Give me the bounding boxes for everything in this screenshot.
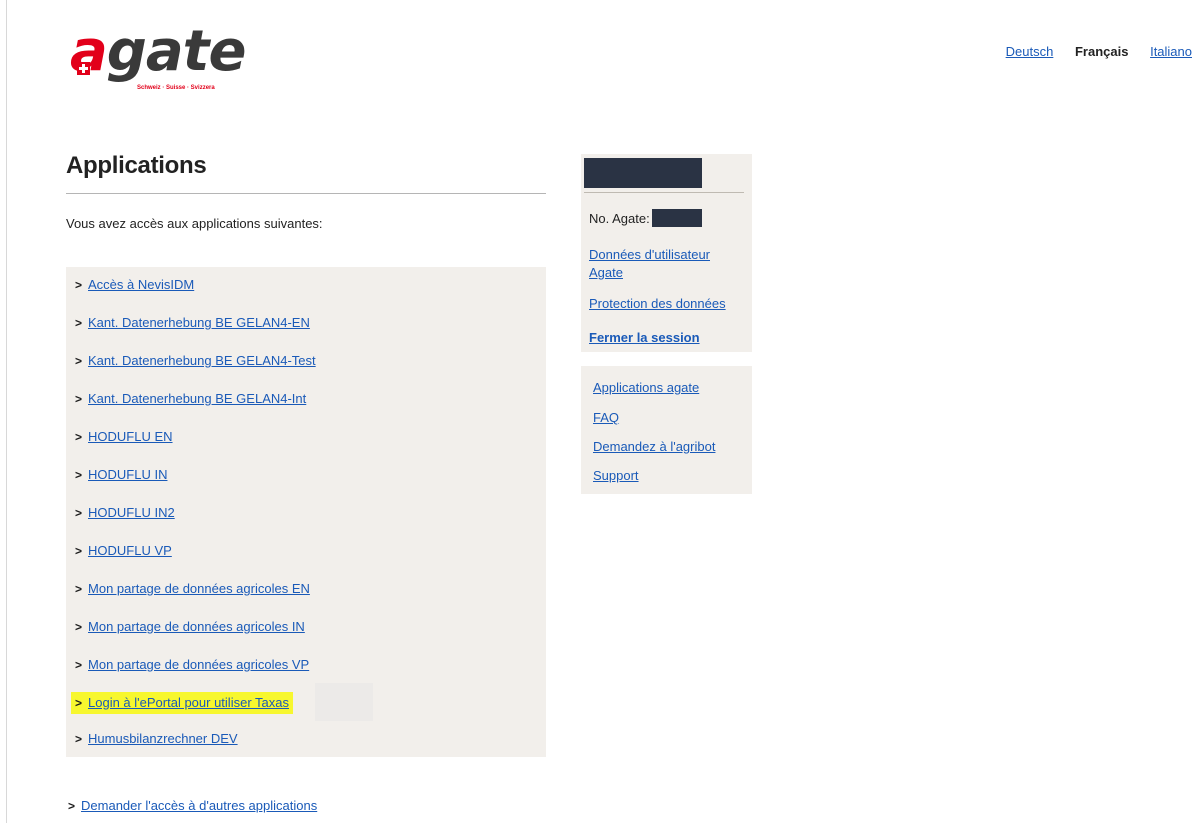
list-item: > Kant. Datenerhebung BE GELAN4-Test <box>75 350 316 372</box>
logo-wordmark: agate <box>70 19 246 84</box>
chevron-right-icon: > <box>75 392 83 406</box>
chevron-right-icon: > <box>75 278 83 292</box>
applications-panel: > Accès à NevisIDM > Kant. Datenerhebung B… <box>66 267 546 757</box>
chevron-right-icon: > <box>75 620 83 634</box>
chevron-right-icon: > <box>75 696 83 710</box>
user-data-line1: Données d'utilisateur <box>589 247 710 262</box>
app-link[interactable]: HODUFLU IN2 <box>88 505 175 520</box>
agate-applications-link[interactable]: Applications agate <box>593 379 699 397</box>
agate-number: No. Agate: <box>589 209 702 227</box>
logo-tagline: Schweiz · Suisse · Svizzera <box>137 85 215 91</box>
list-item: > HODUFLU IN2 <box>75 502 175 524</box>
list-item-highlighted: > Login à l'ePortal pour utiliser Taxas <box>71 692 293 714</box>
list-item: > HODUFLU IN <box>75 464 167 486</box>
chevron-right-icon: > <box>75 468 83 482</box>
agate-number-label: No. Agate: <box>589 211 650 226</box>
list-item: > Humusbilanzrechner DEV <box>75 728 238 750</box>
intro-text: Vous avez accès aux applications suivant… <box>66 216 323 231</box>
chevron-right-icon: > <box>75 732 83 746</box>
chevron-right-icon: > <box>75 544 83 558</box>
privacy-link[interactable]: Protection des données <box>589 295 726 313</box>
request-access: > Demander l'accès à d'autres application… <box>68 798 317 813</box>
lang-deutsch-link[interactable]: Deutsch <box>1006 44 1054 59</box>
lang-francais-active: Français <box>1074 44 1129 59</box>
support-link[interactable]: Support <box>593 467 639 485</box>
chevron-right-icon: > <box>75 354 83 368</box>
agate-logo[interactable]: agate Schweiz · Suisse · Svizzera <box>70 19 246 102</box>
app-link[interactable]: HODUFLU IN <box>88 467 167 482</box>
agribot-link[interactable]: Demandez à l'agribot <box>593 438 715 456</box>
user-data-link[interactable]: Données d'utilisateur Agate <box>589 246 710 282</box>
chevron-right-icon: > <box>68 799 76 813</box>
app-link[interactable]: Mon partage de données agricoles VP <box>88 657 309 672</box>
request-access-link[interactable]: Demander l'accès à d'autres applications <box>81 798 317 813</box>
list-item: > Kant. Datenerhebung BE GELAN4-EN <box>75 312 310 334</box>
app-link-eportal-taxas[interactable]: Login à l'ePortal pour utiliser Taxas <box>88 695 289 710</box>
highlight-smudge <box>315 683 373 721</box>
list-item: > HODUFLU VP <box>75 540 172 562</box>
page-title: Applications <box>66 152 207 179</box>
chevron-right-icon: > <box>75 658 83 672</box>
app-link[interactable]: Humusbilanzrechner DEV <box>88 731 238 746</box>
app-link[interactable]: Kant. Datenerhebung BE GELAN4-EN <box>88 315 310 330</box>
user-info-box: No. Agate: Données d'utilisateur Agate Pr… <box>581 154 752 352</box>
app-link[interactable]: Kant. Datenerhebung BE GELAN4-Test <box>88 353 316 368</box>
list-item: > HODUFLU EN <box>75 426 173 448</box>
app-link[interactable]: Accès à NevisIDM <box>88 277 194 292</box>
chevron-right-icon: > <box>75 506 83 520</box>
chevron-right-icon: > <box>75 316 83 330</box>
list-item: > Mon partage de données agricoles VP <box>75 654 309 676</box>
faq-link[interactable]: FAQ <box>593 409 619 427</box>
chevron-right-icon: > <box>75 582 83 596</box>
list-item: > Accès à NevisIDM <box>75 274 194 296</box>
list-item: > Mon partage de données agricoles EN <box>75 578 310 600</box>
app-link[interactable]: Kant. Datenerhebung BE GELAN4-Int <box>88 391 306 406</box>
app-link[interactable]: HODUFLU EN <box>88 429 173 444</box>
logout-link[interactable]: Fermer la session <box>589 329 700 347</box>
user-data-line2: Agate <box>589 265 623 280</box>
list-item: > Kant. Datenerhebung BE GELAN4-Int <box>75 388 306 410</box>
app-link[interactable]: HODUFLU VP <box>88 543 172 558</box>
redacted-username <box>584 158 702 188</box>
redacted-agate-number <box>651 209 702 227</box>
user-box-divider <box>584 192 744 193</box>
chevron-right-icon: > <box>75 430 83 444</box>
app-link[interactable]: Mon partage de données agricoles IN <box>88 619 305 634</box>
page-left-border <box>6 0 7 823</box>
lang-italiano-link[interactable]: Italiano <box>1150 44 1192 59</box>
title-divider <box>66 193 546 194</box>
help-links-box: Applications agate FAQ Demandez à l'agri… <box>581 366 752 494</box>
list-item: > Mon partage de données agricoles IN <box>75 616 305 638</box>
swiss-cross-icon <box>77 62 90 75</box>
language-switcher: Deutsch Français Italiano <box>988 44 1192 59</box>
app-link[interactable]: Mon partage de données agricoles EN <box>88 581 310 596</box>
